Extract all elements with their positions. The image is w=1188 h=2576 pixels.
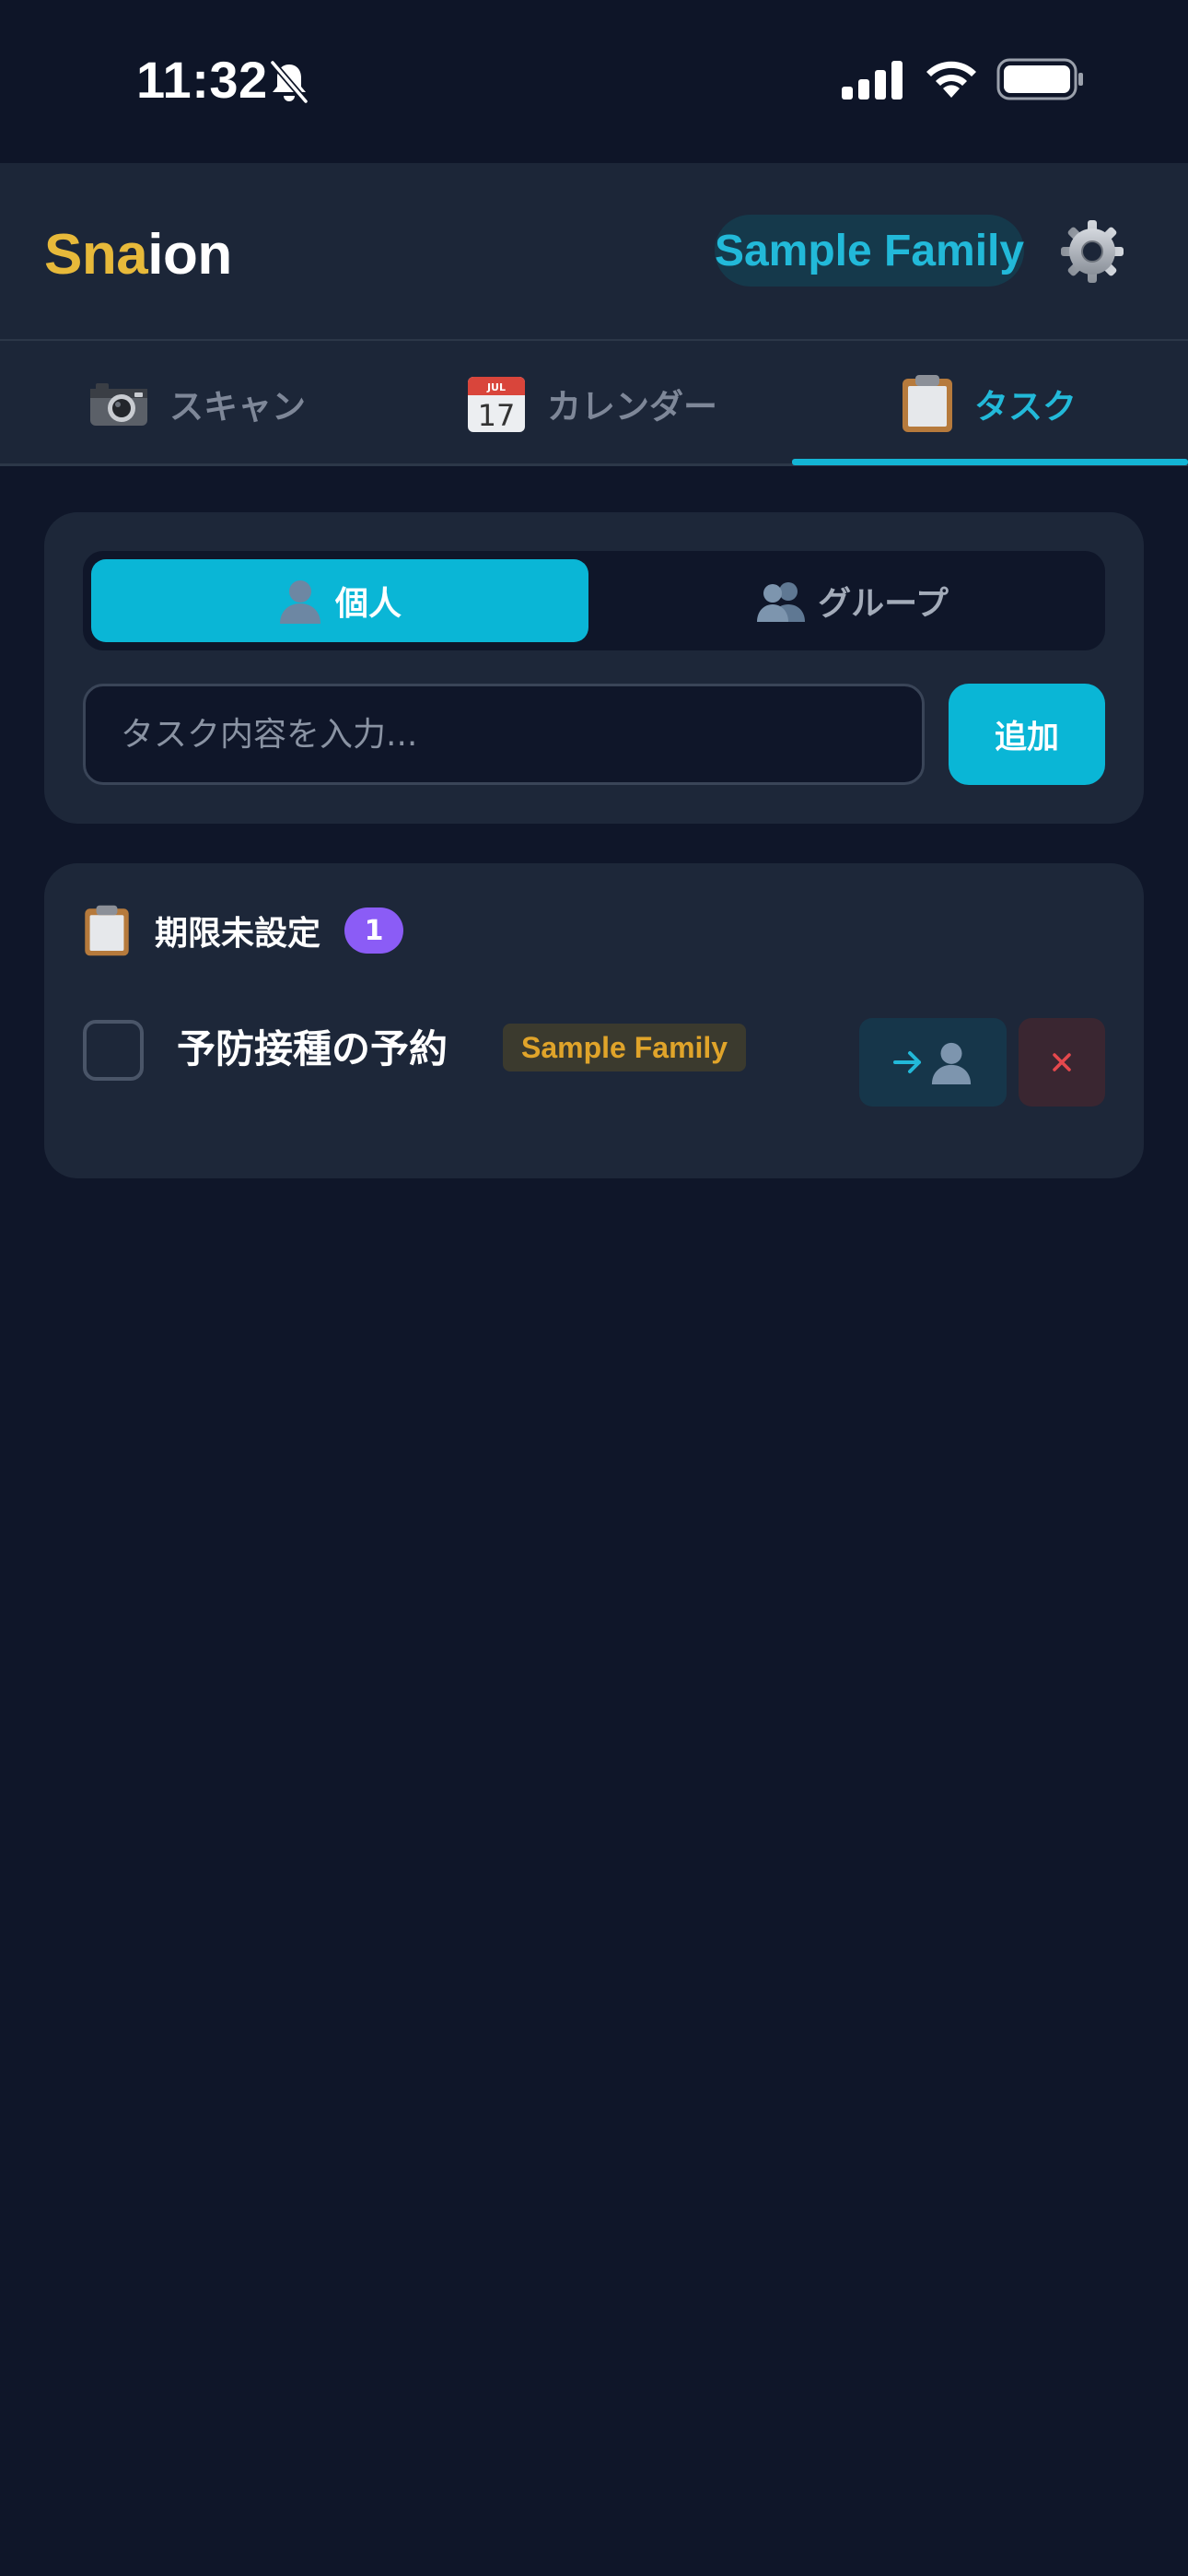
scope-segmented-control: 個人 グループ bbox=[83, 551, 1105, 650]
tab-calendar-label: カレンダー bbox=[547, 387, 717, 427]
active-tab-indicator bbox=[792, 459, 1188, 465]
task-family-tag: Sample Family bbox=[503, 1024, 747, 1071]
section-title: 期限未設定 bbox=[155, 915, 321, 953]
segment-personal[interactable]: 個人 bbox=[91, 559, 588, 642]
svg-text:17: 17 bbox=[478, 398, 516, 433]
arrow-right-icon bbox=[893, 1051, 921, 1073]
app-page: 11:32 Snaion Sample Family スキャン JUL 17 カ… bbox=[0, 0, 1188, 2576]
person-icon bbox=[279, 580, 320, 624]
tab-task[interactable]: タスク bbox=[901, 341, 1077, 466]
tab-bar: スキャン JUL 17 カレンダー タスク bbox=[0, 341, 1188, 466]
logo-part-gold: Sna bbox=[44, 223, 148, 287]
logo-part-white: ion bbox=[147, 223, 232, 287]
family-selector-button[interactable]: Sample Family bbox=[715, 215, 1024, 287]
wifi-icon bbox=[926, 61, 976, 98]
add-task-button[interactable]: 追加 bbox=[949, 684, 1105, 785]
delete-task-button[interactable] bbox=[1019, 1018, 1105, 1107]
cellular-signal-icon bbox=[842, 61, 903, 100]
clipboard-icon bbox=[85, 905, 129, 956]
gear-icon[interactable] bbox=[1059, 218, 1125, 285]
segment-group-label: グループ bbox=[818, 585, 949, 623]
status-time: 11:32 bbox=[136, 51, 268, 109]
clipboard-icon bbox=[903, 375, 952, 432]
app-header: Snaion Sample Family bbox=[0, 163, 1188, 341]
close-icon bbox=[1053, 1053, 1071, 1071]
tab-scan[interactable]: スキャン bbox=[88, 341, 306, 466]
tab-calendar[interactable]: JUL 17 カレンダー bbox=[466, 341, 717, 466]
segment-personal-label: 個人 bbox=[334, 585, 402, 623]
task-count-badge: 1 bbox=[344, 907, 404, 954]
person-icon bbox=[931, 1042, 972, 1084]
assign-person-button[interactable] bbox=[859, 1018, 1007, 1107]
section-header: 期限未設定 1 bbox=[83, 902, 404, 959]
calendar-icon: JUL 17 bbox=[468, 377, 525, 433]
app-logo: Snaion bbox=[44, 222, 232, 287]
bell-muted-icon bbox=[269, 59, 309, 105]
task-content-input[interactable] bbox=[83, 684, 925, 785]
task-checkbox[interactable] bbox=[83, 1020, 144, 1081]
svg-text:JUL: JUL bbox=[486, 381, 506, 393]
status-bar: 11:32 bbox=[0, 0, 1188, 163]
people-icon bbox=[757, 582, 806, 622]
task-text: 予防接種の予約 bbox=[177, 1026, 448, 1071]
segment-group[interactable]: グループ bbox=[608, 559, 1098, 642]
task-list-card: 期限未設定 1 予防接種の予約 Sample Family bbox=[44, 863, 1144, 1178]
battery-icon bbox=[996, 58, 1083, 100]
camera-icon bbox=[90, 383, 147, 426]
tab-task-label: タスク bbox=[974, 387, 1077, 427]
task-input-card: 個人 グループ 追加 bbox=[44, 512, 1144, 824]
tab-scan-label: スキャン bbox=[169, 387, 306, 427]
